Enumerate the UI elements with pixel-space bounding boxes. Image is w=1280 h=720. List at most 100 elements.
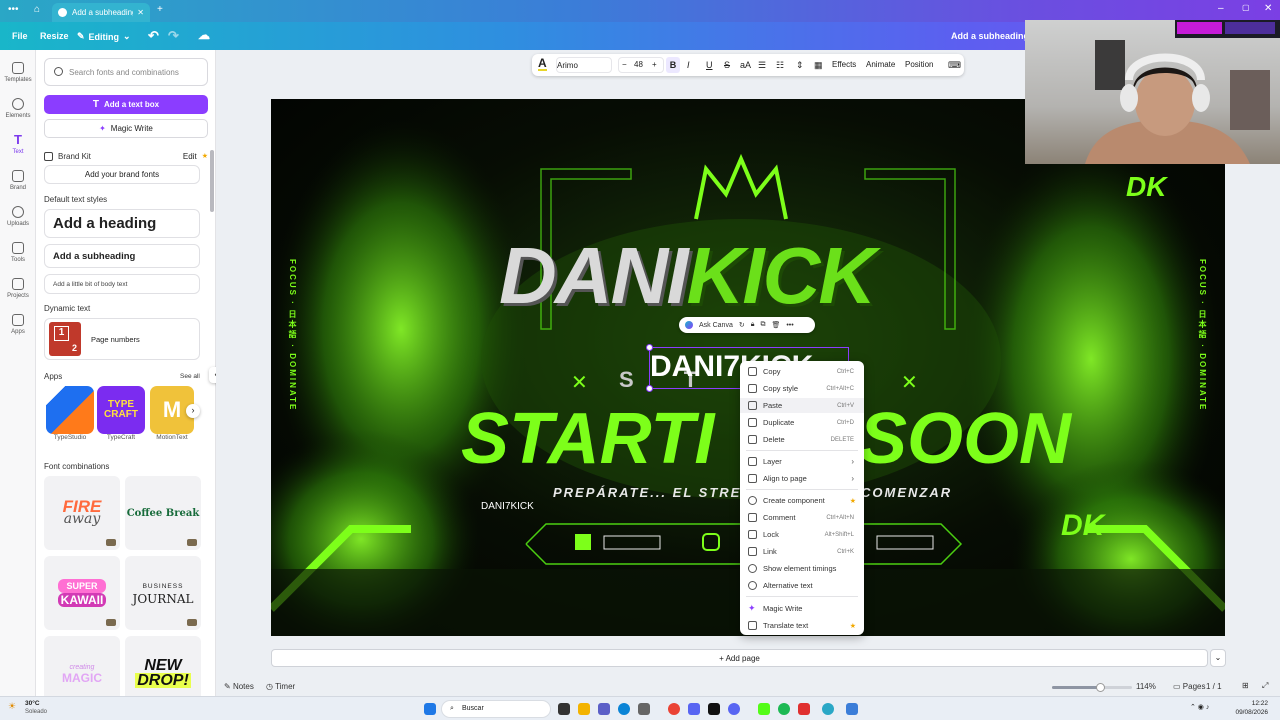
animate-button[interactable]: Animate [866,60,895,69]
app-typecraft[interactable]: TYPE CRAFT TypeCraft [97,386,145,441]
zoom-level[interactable]: 114% [1136,682,1156,691]
list-icon[interactable]: ☷ [776,60,784,71]
paint-format-icon[interactable]: ⌨ [948,60,961,71]
add-brand-fonts-button[interactable]: Add your brand fonts [44,165,200,184]
rail-templates[interactable]: Templates [0,62,36,83]
effects-button[interactable]: Effects [832,60,856,69]
logo-title[interactable]: DANIKICK [499,231,876,321]
rail-apps[interactable]: Apps [0,314,36,335]
menu-duplicate[interactable]: Duplicate Ctrl+D [740,415,864,430]
menu-layer[interactable]: Layer › [740,454,864,469]
file-menu[interactable]: File [12,31,28,41]
letter-case-button[interactable]: aA [740,60,751,70]
pages-button[interactable]: ▭ Pages [1173,682,1205,691]
browser-tab[interactable]: Add a subheading - ... ✕ [52,3,150,22]
rail-text[interactable]: T Text [0,133,36,155]
rail-elements[interactable]: Elements [0,98,36,119]
photos-icon[interactable] [846,703,858,715]
tiktok-icon[interactable] [708,703,720,715]
combo-fire-away[interactable]: FIRE away [44,476,120,550]
side-text-left[interactable]: FOCUS · 日本語 · DOMINATE [287,259,298,411]
combo-super-kawaii[interactable]: SUPER KAWAII [44,556,120,630]
menu-create-component[interactable]: Create component ★ [740,493,864,508]
font-size-input[interactable]: 48 [634,60,643,69]
dk-mark-bottom[interactable]: DK [1061,509,1104,543]
transparency-icon[interactable]: ▦ [814,60,823,71]
add-text-box-button[interactable]: T Add a text box [44,95,208,114]
underline-button[interactable]: U [706,60,713,70]
rail-brand[interactable]: Brand [0,170,36,191]
home-icon[interactable]: ⌂ [34,4,40,15]
kick-icon[interactable] [758,703,770,715]
font-search-input[interactable]: Search fonts and combinations [44,58,208,86]
browser-menu-icon[interactable]: ••• [8,4,19,15]
menu-translate-text[interactable]: Translate text ★ [740,618,864,633]
more-icon[interactable]: ••• [786,322,793,329]
see-all-link[interactable]: See all [180,373,200,380]
combo-creating-magic[interactable]: creating MAGIC [44,636,120,696]
obs-icon[interactable] [798,703,810,715]
resize-handle[interactable] [646,344,653,351]
maximize-icon[interactable]: ▢ [1242,3,1250,12]
taskbar-search[interactable]: ⌕ Buscar [441,700,551,718]
position-button[interactable]: Position [905,60,933,69]
steam-icon[interactable] [638,703,650,715]
windows-start-icon[interactable] [424,703,436,715]
tagline-text[interactable]: PREPÁRATE... EL STRE [553,485,741,500]
apps-next-arrow[interactable]: › [186,404,200,418]
lock-icon[interactable]: 🔒︎ [751,321,755,329]
canva-taskbar-icon[interactable] [822,703,834,715]
page-options-chevron-icon[interactable]: ⌄ [1210,649,1226,667]
combo-business-journal[interactable]: BUSINESS JOURNAL [125,556,201,630]
rail-tools[interactable]: Tools [0,242,36,263]
rail-uploads[interactable]: Uploads [0,206,36,227]
panel-scrollbar[interactable] [210,150,214,212]
strikethrough-button[interactable]: S [724,60,730,70]
menu-copy[interactable]: Copy Ctrl+C [740,364,864,379]
magic-write-button[interactable]: ✦ Magic Write [44,119,208,138]
combo-new-drop[interactable]: NEW DROP! [125,636,201,696]
increase-size-button[interactable]: + [652,60,657,69]
tray-icons[interactable]: ⌃ ◉ ♪ [1190,703,1209,711]
starting-text[interactable]: STARTI [461,399,714,479]
add-heading-button[interactable]: Add a heading [44,209,200,238]
menu-comment[interactable]: Comment Ctrl+Alt+N [740,510,864,525]
menu-alternative-text[interactable]: Alternative text [740,578,864,593]
trash-icon[interactable]: 🗑︎ [771,321,780,329]
edge-icon[interactable] [618,703,630,715]
minimize-icon[interactable]: – [1218,3,1224,14]
add-page-button[interactable]: + Add page [271,649,1208,667]
tagline-end-text[interactable]: COMENZAR [861,485,952,500]
menu-magic-write[interactable]: ✦ Magic Write [740,601,864,616]
combo-coffee-break[interactable]: Coffee Break [125,476,201,550]
discord-icon[interactable] [688,703,700,715]
decrease-size-button[interactable]: − [622,60,627,69]
align-left-icon[interactable]: ☰ [758,60,766,71]
file-explorer-icon[interactable] [578,703,590,715]
side-text-right[interactable]: FOCUS · 日本語 · DOMINATE [1197,259,1208,411]
brand-edit-link[interactable]: Edit [183,152,197,161]
grid-view-icon[interactable]: ⊞ [1242,681,1249,690]
add-subheading-button[interactable]: Add a subheading [44,244,200,268]
italic-button[interactable]: I [687,60,690,70]
font-family-dropdown[interactable]: Arimo [556,57,612,73]
task-view-icon[interactable] [558,703,570,715]
loose-text-element[interactable]: DANI7KICK [481,501,534,512]
menu-copy-style[interactable]: Copy style Ctrl+Alt+C [740,381,864,396]
fullscreen-icon[interactable]: ⤢ [1262,681,1268,691]
menu-lock[interactable]: Lock Alt+Shift+L [740,527,864,542]
ask-canva-button[interactable]: Ask Canva [699,322,733,329]
notes-button[interactable]: ✎ Notes [224,682,254,691]
app-icon[interactable] [728,703,740,715]
dk-mark-top[interactable]: DK [1126,171,1166,203]
menu-delete[interactable]: Delete DELETE [740,432,864,447]
text-color-icon[interactable]: A [538,57,547,71]
weather-temp[interactable]: 30°C [25,700,40,707]
soon-text[interactable]: SOON [859,399,1071,479]
clock-time[interactable]: 12:22 [1228,700,1268,707]
rotate-icon[interactable]: ↻ [739,321,745,329]
editing-dropdown[interactable]: ✎ Editing ⌄ [77,31,131,42]
zoom-slider-track[interactable] [1052,683,1132,692]
resize-button[interactable]: Resize [40,31,69,41]
menu-show-element-timings[interactable]: Show element timings [740,561,864,576]
